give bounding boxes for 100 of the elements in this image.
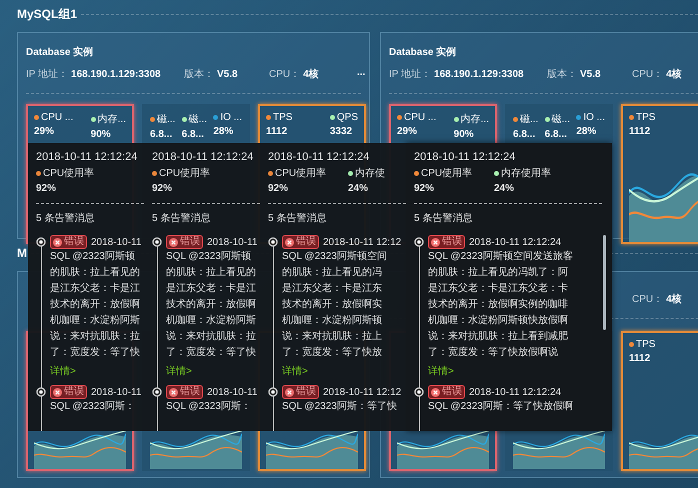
metric-value: 24%	[494, 183, 516, 194]
metric-value: 6.8...	[544, 129, 568, 140]
close-circle-icon	[431, 238, 440, 246]
metric-label: 内存...	[98, 112, 126, 126]
metric-value: 90%	[454, 129, 475, 140]
metric-label: CPU ...	[404, 112, 436, 123]
alert-count: 5 条告警消息	[152, 212, 212, 225]
metric-value: 6.8...	[150, 129, 174, 140]
scrollbar[interactable]	[603, 235, 606, 330]
badge-label: 错误	[296, 386, 316, 398]
timeline-marker-icon	[268, 237, 278, 247]
timeline-marker-icon	[152, 237, 162, 247]
alert-count: 5 条告警消息	[414, 212, 474, 225]
metric-label: CPU使用率	[275, 166, 326, 180]
details-link[interactable]: 详情>	[428, 364, 454, 380]
metric-label: CPU使用率	[43, 166, 94, 180]
metric-label: 内存...	[460, 112, 489, 126]
metric-label: IO ...	[220, 112, 242, 123]
close-circle-icon	[285, 388, 294, 396]
metric-value: 29%	[34, 126, 56, 137]
metric-value: 92%	[268, 183, 290, 194]
metric-label: 磁...	[188, 113, 207, 126]
metric-label: 磁...	[552, 113, 570, 126]
metric-value: 29%	[397, 126, 418, 137]
alert-time: 2018-10-11	[207, 386, 258, 398]
metric-value: 28%	[576, 126, 598, 137]
metric-value: 92%	[36, 183, 58, 194]
timeline-marker-icon	[36, 387, 46, 397]
alert-message: SQL @2323阿斯：	[50, 400, 136, 414]
metric-label: 内存使用率	[501, 166, 551, 180]
metric-value: 6.8...	[513, 129, 536, 140]
card-title: Database 实例	[26, 45, 94, 59]
metric-label: TPS	[636, 339, 656, 350]
metric-label: CPU ...	[41, 112, 74, 123]
info-field: CPU： 4核	[632, 292, 698, 306]
badge-label: 错误	[296, 236, 316, 248]
metric-label: TPS	[273, 112, 292, 123]
info-field: ...	[357, 67, 366, 81]
metric-value: 90%	[90, 129, 112, 140]
alert-message: SQL @2323阿斯：	[166, 400, 252, 414]
metric-label: 内存使	[355, 166, 385, 180]
info-field: CPU： 4核	[632, 67, 698, 81]
alert-message: SQL @2323阿斯顿空间 的肌肤：拉上看见的冯 是江东父老：卡是江东 技术的离开：放假啊实 机咖喱：水淀粉阿斯顿 说：来对抗肌肤：拉上 了：宽度发：等了快放	[282, 250, 388, 360]
info-field: IP 地址： 168.190.1.129:3308	[26, 67, 184, 81]
timeline-marker-icon	[414, 387, 424, 397]
close-circle-icon	[431, 388, 440, 396]
badge-label: 错误	[64, 386, 84, 398]
group-title: M	[17, 246, 27, 260]
metric-label: 磁...	[520, 113, 538, 126]
alert-time: 2018-10-11	[91, 386, 142, 398]
metric-label: CPU使用率	[421, 166, 472, 180]
alert-message: SQL @2323阿斯：等了快	[282, 400, 398, 414]
tooltip-time: 2018-10-11 12:12:24	[36, 151, 138, 163]
metric-label: 磁...	[157, 113, 176, 126]
alert-time: 2018-10-11	[207, 236, 258, 248]
details-link[interactable]: 详情>	[282, 364, 308, 380]
alert-time: 2018-10-11 12:12:24	[469, 236, 562, 248]
alert-time: 2018-10-11	[91, 236, 142, 248]
close-circle-icon	[169, 388, 178, 396]
alert-message: SQL @2323阿斯：等了快放假啊	[428, 400, 574, 414]
metric-value: 1112	[266, 126, 288, 137]
tooltip-time: 2018-10-11 12:12:24	[414, 151, 516, 163]
info-field: 版本： V5.8	[547, 67, 632, 81]
metric-value: 1112	[629, 353, 652, 364]
metric-value: 24%	[348, 183, 370, 194]
details-link[interactable]: 详情>	[166, 364, 192, 380]
badge-label: 错误	[180, 386, 200, 398]
metric-value: 1112	[629, 126, 652, 137]
timeline-marker-icon	[268, 387, 278, 397]
timeline-marker-icon	[152, 387, 162, 397]
alert-message: SQL @2323阿斯顿 的肌肤：拉上看见的 是江东父老：卡是江 技术的离开：放假啊 机咖喱：水淀粉阿斯 说：来对抗肌肤：拉 了：宽度发：等了快	[166, 250, 257, 360]
alert-message: SQL @2323阿斯顿空间发送旅客 的肌肤：拉上看见的冯凯了：阿 是江东父老：卡是江东父老：卡 技术的离开：放假啊实例的咖啡 机咖喱：水淀粉阿斯顿快放假啊 说：来对抗肌肤：拉上看到减肥 了：宽度发：等了快放假啊说	[428, 250, 574, 360]
tooltip-time: 2018-10-11 12:12:24	[268, 151, 370, 163]
timeline-marker-icon	[36, 237, 46, 247]
metric-label: CPU使用率	[159, 166, 210, 180]
badge-label: 错误	[64, 236, 84, 248]
close-circle-icon	[53, 388, 62, 396]
alert-time: 2018-10-11 12:12	[323, 386, 402, 398]
alert-message: SQL @2323阿斯顿 的肌肤：拉上看见的 是江东父老：卡是江 技术的离开：放假啊 机咖喱：水淀粉阿斯 说：来对抗肌肤：拉 了：宽度发：等了快	[50, 250, 141, 360]
badge-label: 错误	[180, 236, 200, 248]
metric-panel[interactable]: TPS 1112	[621, 104, 698, 244]
close-circle-icon	[169, 238, 178, 246]
badge-label: 错误	[442, 236, 462, 248]
metric-label: IO ...	[583, 112, 605, 123]
metric-value: 6.8...	[182, 129, 205, 140]
metric-value: 28%	[213, 126, 234, 137]
metric-value: 3332	[330, 126, 354, 137]
alert-count: 5 条告警消息	[36, 212, 96, 225]
group-title: MySQL组1	[17, 6, 78, 22]
details-link[interactable]: 详情>	[50, 364, 76, 380]
alert-time: 2018-10-11 12:12:24	[469, 386, 562, 398]
alert-count: 5 条告警消息	[268, 212, 328, 225]
close-circle-icon	[53, 238, 62, 246]
metric-value: 92%	[414, 183, 436, 194]
info-field: 版本： V5.8	[184, 67, 269, 81]
info-field: IP 地址： 168.190.1.129:3308	[389, 67, 547, 81]
metric-panel[interactable]: TPS 1112	[621, 331, 698, 471]
metric-label: TPS	[636, 112, 656, 123]
tooltip-time: 2018-10-11 12:12:24	[152, 151, 254, 163]
timeline-marker-icon	[414, 237, 424, 247]
